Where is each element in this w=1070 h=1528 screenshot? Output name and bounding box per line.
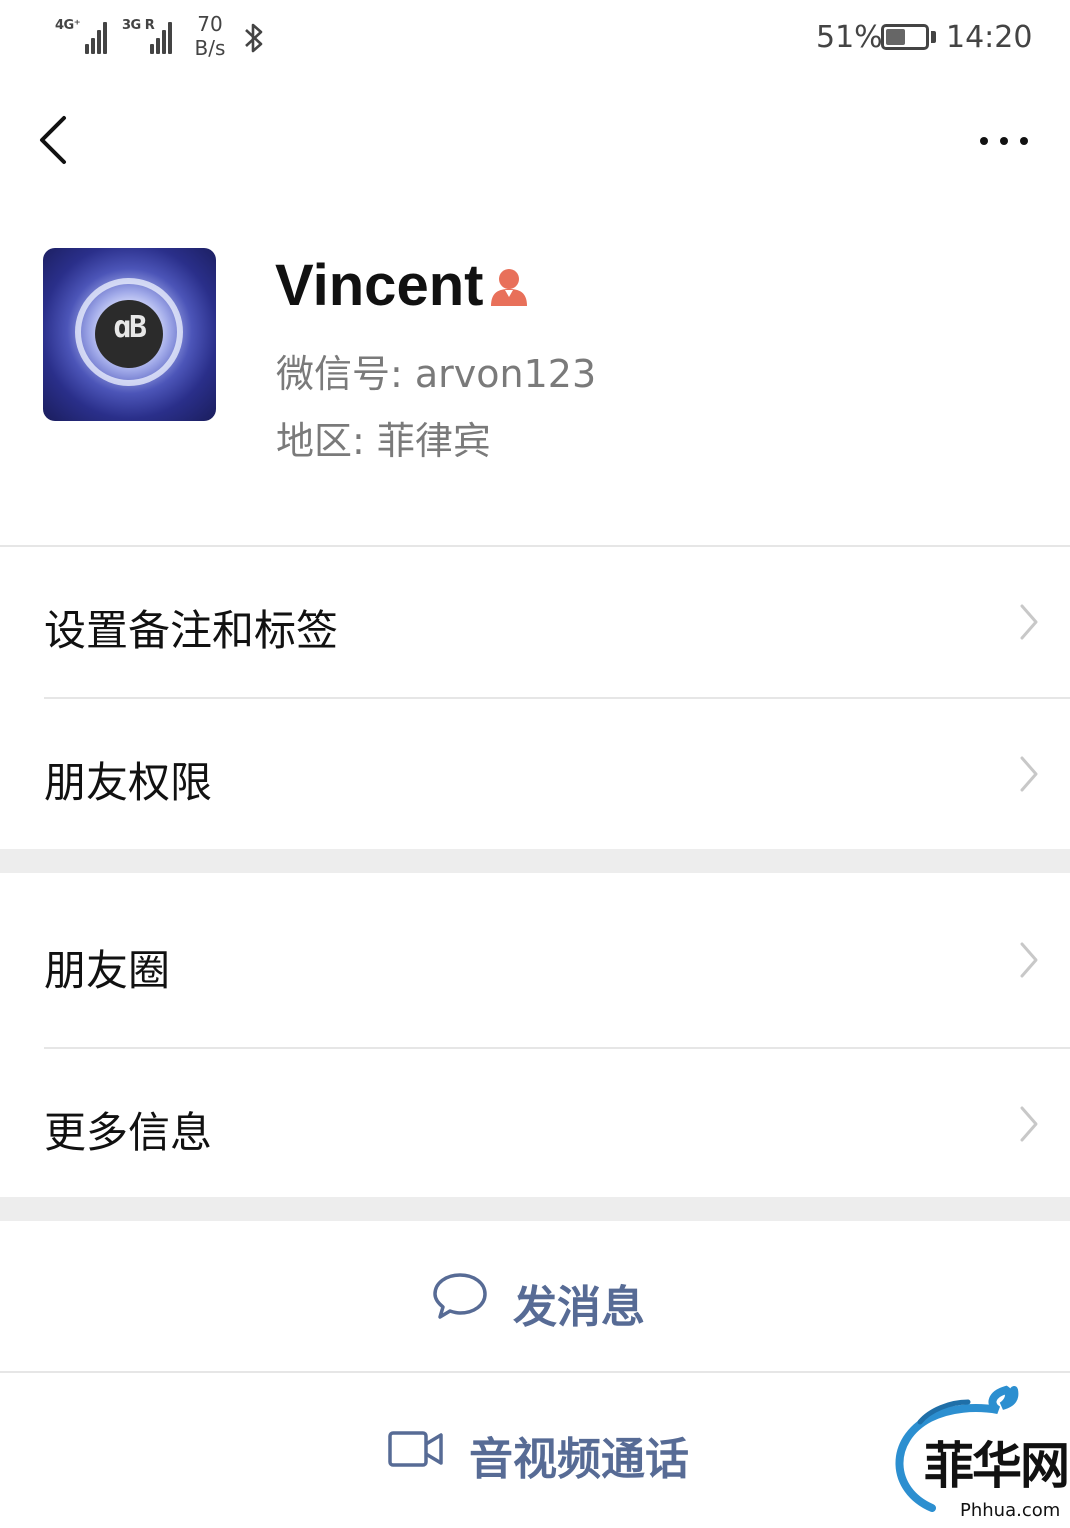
signal-bars-icon [77, 22, 107, 54]
chevron-right-icon [1020, 942, 1038, 978]
watermark-logo: 菲华网 Phhua.com [880, 1380, 1070, 1524]
avatar-logo: ɑB [112, 310, 147, 345]
back-button[interactable] [30, 108, 80, 172]
chevron-right-icon [1020, 756, 1038, 792]
signal-3g: 3G R [122, 14, 182, 54]
send-message-label: 发消息 [513, 1282, 645, 1333]
section-gap [0, 1197, 1070, 1221]
video-camera-icon [388, 1431, 443, 1467]
network-speed-unit: B/s [194, 36, 226, 60]
list-item-remark-tags[interactable]: 设置备注和标签 [0, 547, 1070, 697]
more-dots-icon [1000, 137, 1008, 145]
list-item-label: 更多信息 [44, 1108, 213, 1157]
more-dots-icon [980, 137, 988, 145]
list-item-friend-permissions[interactable]: 朋友权限 [0, 699, 1070, 849]
list-item-label: 设置备注和标签 [44, 606, 339, 655]
section-gap [0, 849, 1070, 873]
clock: 14:20 [946, 20, 1033, 55]
bluetooth-icon [245, 23, 263, 53]
list-item-label: 朋友圈 [44, 946, 171, 995]
signal-4g: 4G⁺ [55, 14, 115, 54]
network-speed-value: 70 [197, 12, 223, 36]
profile-name: Vincent [275, 253, 484, 318]
battery-percent: 51% [816, 20, 883, 55]
region: 地区: 菲律宾 [276, 419, 491, 463]
person-icon [491, 269, 527, 306]
list-item-moments[interactable]: 朋友圈 [0, 873, 1070, 1047]
network-speed: 70 B/s [190, 12, 230, 60]
battery-tip [931, 31, 936, 43]
chat-bubble-icon [433, 1273, 487, 1319]
avatar[interactable]: ɑB [43, 248, 216, 421]
video-call-label: 音视频通话 [469, 1434, 689, 1485]
list-item-more-info[interactable]: 更多信息 [0, 1049, 1070, 1197]
chevron-right-icon [1020, 1106, 1038, 1142]
more-button[interactable] [970, 118, 1040, 162]
send-message-button[interactable]: 发消息 [0, 1221, 1070, 1371]
list-item-label: 朋友权限 [44, 758, 213, 807]
wechat-id: 微信号: arvon123 [276, 352, 597, 396]
battery-icon [881, 24, 929, 50]
watermark-domain: Phhua.com [960, 1500, 1061, 1521]
more-dots-icon [1020, 137, 1028, 145]
watermark-logo-text: 菲华网 [924, 1436, 1070, 1495]
chevron-left-icon [40, 116, 66, 164]
status-bar: 4G⁺ 3G R 70 B/s 51% 14:20 [0, 0, 1070, 80]
battery-level [886, 29, 905, 45]
signal-bars-icon [144, 22, 174, 54]
chevron-right-icon [1020, 604, 1038, 640]
